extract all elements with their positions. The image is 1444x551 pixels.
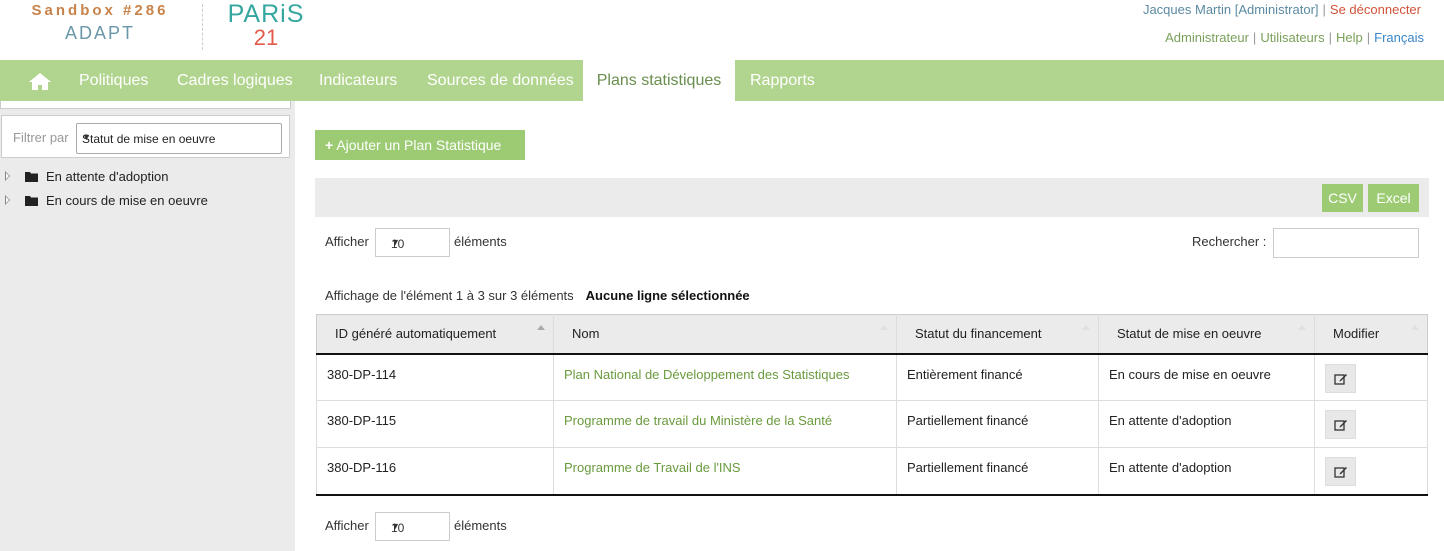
column-header-id[interactable]: ID généré automatiquement — [316, 314, 554, 355]
logout-link[interactable]: Se déconnecter — [1330, 2, 1421, 17]
nav-sources-de-donnees[interactable]: Sources de données — [427, 60, 574, 101]
cell-mise-en-oeuvre: En attente d'adoption — [1098, 400, 1315, 448]
cell-modifier — [1314, 353, 1428, 401]
edit-icon — [1334, 373, 1347, 385]
edit-button[interactable] — [1325, 410, 1356, 439]
length-select[interactable]: 10 ▼ — [375, 512, 450, 541]
cell-modifier — [1314, 400, 1428, 448]
table-info-text: Affichage de l'élément 1 à 3 sur 3 éléme… — [325, 288, 574, 303]
edit-icon — [1334, 420, 1347, 431]
filter-select[interactable]: Statut de mise en oeuvre ▼ — [76, 123, 282, 154]
column-header-label: Statut du financement — [915, 326, 1042, 342]
nav-indicateurs[interactable]: Indicateurs — [319, 60, 397, 101]
sort-icon — [1298, 325, 1306, 330]
length-prefix: Afficher — [325, 518, 369, 533]
folder-icon — [25, 196, 38, 206]
add-plan-label: Ajouter un Plan Statistique — [336, 137, 502, 153]
length-suffix: éléments — [454, 234, 507, 249]
cell-financement: Partiellement financé — [896, 400, 1099, 448]
home-icon[interactable] — [26, 70, 54, 92]
plans-table: ID généré automatiquement Nom Statut du … — [316, 314, 1428, 496]
admin-links: Administrateur | Utilisateurs | Help | Françai… — [1165, 30, 1424, 45]
paris21-logo[interactable]: PARiS 21 — [226, 0, 306, 51]
chevron-down-icon: ▼ — [391, 521, 400, 531]
header: Sandbox #286 ADAPT PARiS 21 Jacques Mart… — [0, 0, 1444, 60]
search-input[interactable] — [1273, 228, 1419, 258]
chevron-down-icon: ▼ — [391, 237, 400, 247]
cell-mise-en-oeuvre: En cours de mise en oeuvre — [1098, 353, 1315, 401]
user-name-link[interactable]: Jacques Martin [Administrator] — [1143, 2, 1319, 17]
admin-link[interactable]: Administrateur — [1165, 30, 1249, 45]
cell-id: 380-DP-115 — [316, 400, 554, 448]
edit-icon — [1334, 467, 1347, 478]
table-row[interactable]: 380-DP-114 Plan National de Développemen… — [316, 353, 1428, 401]
nav-politiques[interactable]: Politiques — [79, 60, 148, 101]
table-row[interactable]: 380-DP-116 Programme de Travail de l'INS… — [316, 447, 1428, 496]
table-info: Affichage de l'élément 1 à 3 sur 3 éléme… — [325, 288, 750, 303]
sort-asc-icon — [537, 325, 545, 330]
add-plan-button[interactable]: + Ajouter un Plan Statistique — [315, 130, 525, 160]
expand-arrow-icon[interactable] — [5, 171, 10, 181]
folder-icon — [25, 172, 38, 182]
tree-item-label: En attente d'adoption — [46, 169, 169, 184]
filter-label: Filtrer par — [13, 130, 69, 145]
nav-cadres-logiques[interactable]: Cadres logiques — [177, 60, 293, 101]
nav-rapports[interactable]: Rapports — [750, 60, 815, 101]
column-header-mise-en-oeuvre[interactable]: Statut de mise en oeuvre — [1098, 314, 1315, 355]
export-toolbar: CSV Excel — [315, 178, 1429, 217]
length-prefix: Afficher — [325, 234, 369, 249]
selection-info: Aucune ligne sélectionnée — [585, 288, 750, 303]
cell-financement: Entièrement financé — [896, 353, 1099, 401]
sort-icon — [880, 325, 888, 330]
plus-icon: + — [325, 137, 334, 153]
tree-item-label: En cours de mise en oeuvre — [46, 193, 208, 208]
cell-nom-link[interactable]: Programme de Travail de l'INS — [553, 447, 897, 496]
excel-button[interactable]: Excel — [1368, 184, 1419, 212]
sort-icon — [1411, 325, 1419, 330]
column-header-nom[interactable]: Nom — [553, 314, 897, 355]
sort-icon — [1082, 325, 1090, 330]
tree-item-en-attente[interactable]: En attente d'adoption — [0, 166, 290, 188]
language-link[interactable]: Français — [1374, 30, 1424, 45]
user-bar: Jacques Martin [Administrator] | Se déconn… — [1142, 2, 1421, 17]
column-header-financement[interactable]: Statut du financement — [896, 314, 1099, 355]
sandbox-logo[interactable]: Sandbox #286 ADAPT — [20, 2, 180, 44]
cell-id: 380-DP-116 — [316, 447, 554, 496]
cell-id: 380-DP-114 — [316, 353, 554, 401]
column-header-label: ID généré automatiquement — [335, 326, 497, 342]
edit-button[interactable] — [1325, 457, 1356, 486]
cell-nom-link[interactable]: Plan National de Développement des Stati… — [553, 353, 897, 401]
cell-financement: Partiellement financé — [896, 447, 1099, 496]
column-header-label: Nom — [572, 326, 600, 342]
cell-mise-en-oeuvre: En attente d'adoption — [1098, 447, 1315, 496]
main-navbar: Politiques Cadres logiques Indicateurs S… — [0, 60, 1444, 101]
tree-item-en-cours[interactable]: En cours de mise en oeuvre — [0, 190, 290, 212]
help-link[interactable]: Help — [1336, 30, 1363, 45]
length-select[interactable]: 10 ▼ — [375, 228, 450, 257]
logo-divider — [202, 4, 203, 50]
sandbox-subtitle: ADAPT — [64, 23, 135, 43]
expand-arrow-icon[interactable] — [5, 195, 10, 205]
cell-modifier — [1314, 447, 1428, 496]
table-row[interactable]: 380-DP-115 Programme de travail du Minis… — [316, 400, 1428, 448]
csv-button[interactable]: CSV — [1322, 184, 1363, 212]
sidebar-top-panel — [0, 101, 291, 109]
users-link[interactable]: Utilisateurs — [1260, 30, 1324, 45]
column-header-label: Statut de mise en oeuvre — [1117, 326, 1262, 342]
sandbox-title: Sandbox #286 — [31, 2, 169, 19]
edit-button[interactable] — [1325, 363, 1356, 393]
column-header-label: Modifier — [1333, 326, 1380, 342]
cell-nom-link[interactable]: Programme de travail du Ministère de la … — [553, 400, 897, 448]
table-header-row: ID généré automatiquement Nom Statut du … — [316, 314, 1428, 355]
length-suffix: éléments — [454, 518, 507, 533]
search-label: Rechercher : — [1192, 234, 1267, 249]
chevron-down-icon: ▼ — [82, 132, 91, 142]
nav-plans-statistiques[interactable]: Plans statistiques — [583, 60, 735, 101]
column-header-modifier: Modifier — [1314, 314, 1428, 355]
sidebar: Filtrer par Statut de mise en oeuvre ▼ E… — [0, 101, 295, 551]
filter-box: Filtrer par Statut de mise en oeuvre ▼ — [1, 115, 290, 158]
